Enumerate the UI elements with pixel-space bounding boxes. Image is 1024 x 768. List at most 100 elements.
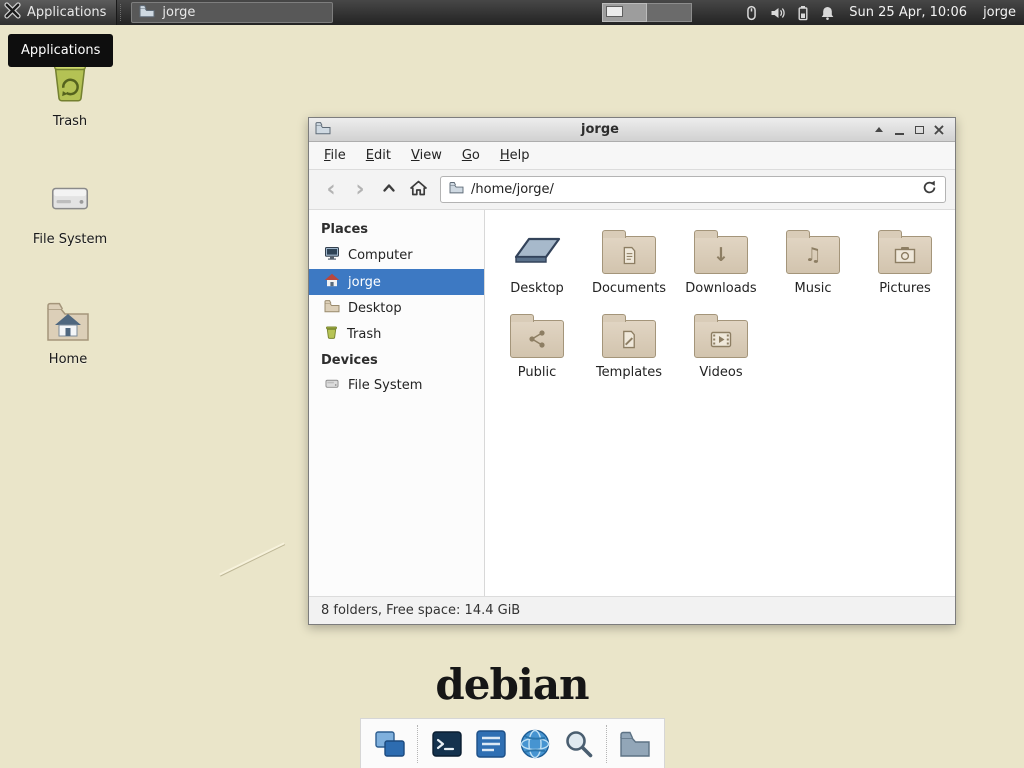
- statusbar-text: 8 folders, Free space: 14.4 GiB: [321, 603, 520, 618]
- file-item-music[interactable]: ♫ Music: [767, 222, 859, 296]
- mouse-icon[interactable]: [744, 5, 759, 21]
- file-item-templates[interactable]: Templates: [583, 306, 675, 380]
- applications-label: Applications: [27, 5, 106, 20]
- menubar: File Edit View Go Help: [309, 142, 955, 170]
- computer-icon: [324, 246, 340, 265]
- file-item-label: Desktop: [510, 281, 564, 296]
- sidebar-item-label: File System: [348, 378, 422, 393]
- maximize-button[interactable]: [909, 121, 929, 138]
- pictures-folder-icon: [878, 236, 932, 274]
- up-button[interactable]: [376, 177, 402, 203]
- file-item-label: Videos: [699, 365, 742, 380]
- back-icon: ‹: [326, 179, 335, 201]
- drive-icon: [324, 377, 340, 394]
- workspace-window-preview: [606, 6, 623, 17]
- menu-edit[interactable]: Edit: [357, 145, 400, 166]
- menu-help[interactable]: Help: [491, 145, 539, 166]
- desktop-icon-label: Home: [49, 352, 87, 367]
- file-item-desktop[interactable]: Desktop: [491, 222, 583, 296]
- location-path[interactable]: /home/jorge/: [471, 182, 915, 197]
- back-button[interactable]: ‹: [318, 177, 344, 203]
- close-button[interactable]: ×: [929, 121, 949, 138]
- downloads-folder-icon: ↓: [694, 236, 748, 274]
- window-title: jorge: [331, 122, 869, 137]
- workspace-2[interactable]: [647, 3, 692, 22]
- applications-icon: [4, 2, 21, 23]
- music-note-icon: ♫: [804, 246, 821, 265]
- menu-file[interactable]: File: [315, 145, 355, 166]
- panel-clock[interactable]: Sun 25 Apr, 10:06: [849, 5, 967, 20]
- dock-separator: [417, 725, 420, 763]
- panel-right-cluster: Sun 25 Apr, 10:06 jorge: [602, 3, 1024, 22]
- titlebar[interactable]: jorge ×: [309, 118, 955, 142]
- sidebar-item-file-system[interactable]: File System: [309, 373, 484, 398]
- taskbar-window-label: jorge: [162, 5, 195, 20]
- minimize-icon: [895, 133, 904, 135]
- file-item-label: Documents: [592, 281, 666, 296]
- file-manager-icon[interactable]: [618, 725, 652, 763]
- dock-separator: [606, 725, 609, 763]
- forward-button[interactable]: ›: [347, 177, 373, 203]
- shade-button[interactable]: [869, 121, 889, 138]
- close-icon: ×: [932, 122, 945, 138]
- sidebar-item-trash[interactable]: Trash: [309, 321, 484, 347]
- filesystem-drive-icon: [47, 176, 93, 226]
- sidebar-devices-header: Devices: [309, 347, 484, 373]
- file-item-label: Templates: [596, 365, 662, 380]
- sidebar-item-label: Computer: [348, 248, 413, 263]
- terminal-icon[interactable]: [430, 725, 464, 763]
- desktop-icon-trash[interactable]: Trash: [20, 58, 120, 129]
- videos-folder-icon: [694, 320, 748, 358]
- home-icon: [410, 180, 427, 200]
- documents-folder-icon: [602, 236, 656, 274]
- web-browser-icon[interactable]: [518, 725, 552, 763]
- app-finder-icon[interactable]: [562, 725, 596, 763]
- panel-separator: [120, 4, 126, 21]
- reload-button[interactable]: [922, 180, 937, 199]
- battery-icon[interactable]: [797, 5, 809, 21]
- home-folder-icon: [44, 298, 92, 346]
- menu-go[interactable]: Go: [453, 145, 489, 166]
- show-desktop-icon[interactable]: [373, 725, 407, 763]
- file-item-documents[interactable]: Documents: [583, 222, 675, 296]
- sidebar-item-desktop[interactable]: Desktop: [309, 295, 484, 321]
- home-button[interactable]: [405, 177, 431, 203]
- text-editor-icon[interactable]: [474, 725, 508, 763]
- forward-icon: ›: [355, 179, 364, 201]
- desktop-icon-home[interactable]: Home: [18, 298, 118, 367]
- sidebar-item-label: jorge: [348, 275, 381, 290]
- file-item-videos[interactable]: Videos: [675, 306, 767, 380]
- folder-icon: [324, 299, 340, 317]
- file-item-label: Downloads: [685, 281, 756, 296]
- file-item-public[interactable]: Public: [491, 306, 583, 380]
- trash-icon: [324, 325, 339, 343]
- volume-icon[interactable]: [770, 5, 786, 21]
- desktop-icon-label: Trash: [53, 114, 87, 129]
- window-content: Places Computer: [309, 210, 955, 596]
- system-tray: [744, 5, 835, 21]
- top-panel: Applications jorge: [0, 0, 1024, 25]
- minimize-button[interactable]: [889, 121, 909, 138]
- location-bar[interactable]: /home/jorge/: [440, 176, 946, 203]
- applications-menu-button[interactable]: Applications: [0, 0, 117, 25]
- workspace-1[interactable]: [602, 3, 647, 22]
- workspace-pager: [602, 3, 692, 22]
- desktop-wallpaper-stroke: [219, 542, 285, 575]
- desktop-icon-label: File System: [33, 232, 107, 247]
- public-folder-icon: [510, 320, 564, 358]
- sidebar-item-computer[interactable]: Computer: [309, 242, 484, 269]
- notifications-icon[interactable]: [820, 5, 835, 21]
- applications-tooltip: Applications: [8, 34, 113, 67]
- sidebar-places-header: Places: [309, 216, 484, 242]
- down-arrow-icon: ↓: [713, 246, 729, 265]
- sidebar-item-jorge[interactable]: jorge: [309, 269, 484, 295]
- menu-view[interactable]: View: [402, 145, 451, 166]
- file-item-pictures[interactable]: Pictures: [859, 222, 951, 296]
- dock-panel: [360, 718, 665, 768]
- toolbar: ‹ › /home/jorge/: [309, 170, 955, 210]
- taskbar-window-button[interactable]: jorge: [131, 2, 333, 23]
- file-item-downloads[interactable]: ↓ Downloads: [675, 222, 767, 296]
- desktop-icon-file-system[interactable]: File System: [20, 176, 120, 247]
- panel-username[interactable]: jorge: [983, 5, 1016, 20]
- templates-folder-icon: [602, 320, 656, 358]
